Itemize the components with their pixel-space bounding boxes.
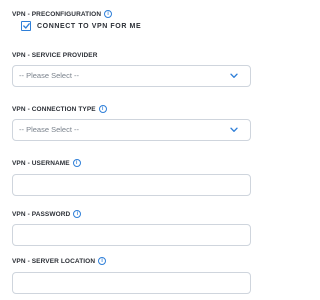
username-input[interactable] [12,174,251,196]
checkmark-icon [23,23,30,29]
preconfiguration-label-text: VPN - PRECONFIGURATION [12,11,102,18]
service-provider-label: VPN - SERVICE PROVIDER [12,52,98,60]
service-provider-select[interactable]: -- Please Select -- [12,65,251,87]
preconfiguration-label: VPN - PRECONFIGURATION i [12,10,113,19]
info-icon[interactable]: i [98,105,107,113]
info-icon[interactable]: i [98,257,107,265]
username-label: VPN - USERNAME i [12,159,81,168]
password-label-text: VPN - PASSWORD [12,211,71,218]
service-provider-label-text: VPN - SERVICE PROVIDER [12,52,98,59]
info-icon[interactable]: i [72,159,81,167]
service-provider-value: -- Please Select -- [19,71,80,80]
info-icon[interactable]: i [104,10,113,18]
info-icon[interactable]: i [73,210,82,218]
server-location-label: VPN - SERVER LOCATION i [12,257,107,266]
connection-type-select[interactable]: -- Please Select -- [12,119,251,141]
connection-type-label-text: VPN - CONNECTION TYPE [12,106,96,113]
chevron-down-icon [230,127,238,132]
password-label: VPN - PASSWORD i [12,210,82,219]
connection-type-value: -- Please Select -- [19,125,80,134]
connect-to-vpn-label[interactable]: CONNECT TO VPN FOR ME [37,22,141,31]
connect-to-vpn-checkbox[interactable] [21,21,31,31]
server-location-input[interactable] [12,272,251,294]
password-input[interactable] [12,224,251,246]
username-label-text: VPN - USERNAME [12,160,70,167]
chevron-down-icon [230,73,238,78]
server-location-label-text: VPN - SERVER LOCATION [12,258,96,265]
connection-type-label: VPN - CONNECTION TYPE i [12,105,107,114]
